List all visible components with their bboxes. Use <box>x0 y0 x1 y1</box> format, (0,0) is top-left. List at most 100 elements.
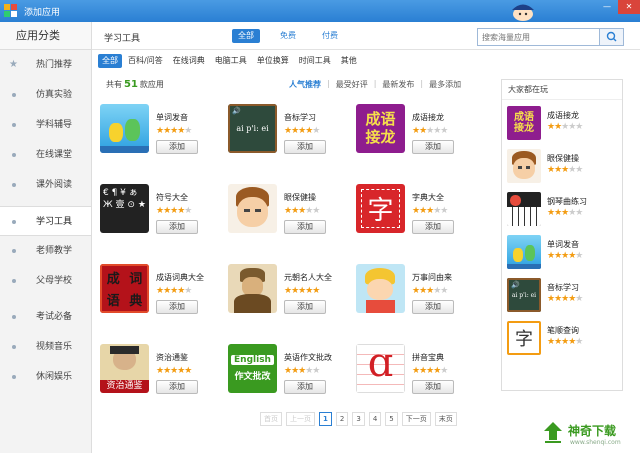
sort-most-added[interactable]: 最多添加 <box>429 79 461 90</box>
sidebar-item-tutoring[interactable]: 学科辅导 <box>0 110 91 140</box>
app-name[interactable]: 成语接龙 <box>412 112 444 123</box>
minimize-button[interactable]: — <box>596 0 618 14</box>
add-button[interactable]: 添加 <box>284 380 326 394</box>
yuan-figure-icon[interactable] <box>228 264 277 313</box>
app-name[interactable]: 音标学习 <box>284 112 316 123</box>
rail-item-name: 钢琴曲练习 <box>547 197 587 206</box>
sidebar-item-teachers[interactable]: 老师教学 <box>0 236 91 266</box>
app-name[interactable]: 字典大全 <box>412 192 444 203</box>
page-5-button[interactable]: 5 <box>385 412 398 426</box>
search-input[interactable] <box>478 29 596 45</box>
sort-popular[interactable]: 人气推荐 <box>289 79 321 90</box>
subcat-pc-tools[interactable]: 电脑工具 <box>211 54 251 68</box>
subcat-other[interactable]: 其他 <box>337 54 361 68</box>
sidebar-item-label: 老师教学 <box>36 246 73 256</box>
subcat-dictionary[interactable]: 在线词典 <box>169 54 209 68</box>
app-card: 🔊 ai p'i: ei 音标学习 ★★★★★ 添加 <box>228 104 348 164</box>
add-button[interactable]: 添加 <box>156 300 198 314</box>
sidebar-item-online-class[interactable]: 在线课堂 <box>0 140 91 170</box>
idiom-chain-icon[interactable]: 成语 接龙 <box>356 104 405 153</box>
close-button[interactable]: ✕ <box>618 0 640 14</box>
page-3-button[interactable]: 3 <box>352 412 365 426</box>
sidebar-item-leisure[interactable]: 休闲娱乐 <box>0 362 91 392</box>
window-controls: — ✕ <box>596 0 640 14</box>
sidebar-item-exams[interactable]: 考试必备 <box>0 302 91 332</box>
zizhi-icon[interactable]: 资治通鉴 <box>100 344 149 393</box>
sort-newest[interactable]: 最新发布 <box>382 79 414 90</box>
app-name[interactable]: 符号大全 <box>156 192 188 203</box>
eye-exercise-icon[interactable] <box>228 184 277 233</box>
app-card: 眼保健操 ★★★★★ 添加 <box>228 184 348 244</box>
eye-exercise-icon <box>507 149 541 183</box>
sidebar-item-simulation[interactable]: 仿真实验 <box>0 80 91 110</box>
app-name[interactable]: 成语词典大全 <box>156 272 204 283</box>
app-name[interactable]: 拼音宝典 <box>412 352 444 363</box>
last-page-button[interactable]: 末页 <box>434 412 457 426</box>
filter-free[interactable]: 免费 <box>274 29 302 43</box>
rail-item[interactable]: 🔊 ai p'i: ei 音标学习 ★★★★★ <box>507 278 617 316</box>
rating-stars: ★★★★★ <box>284 206 320 216</box>
subcat-encyclopedia[interactable]: 百科/问答 <box>124 54 167 68</box>
app-name[interactable]: 资治通鉴 <box>156 352 188 363</box>
rail-item-name: 单词发音 <box>547 240 579 249</box>
rating-stars: ★★★★★ <box>547 165 583 175</box>
next-page-button[interactable]: 下一页 <box>401 412 431 426</box>
rail-item[interactable]: 成语 接龙 成语接龙 ★★★★★ <box>507 106 617 144</box>
rail-item[interactable]: 单词发音 ★★★★★ <box>507 235 617 273</box>
add-button[interactable]: 添加 <box>412 140 454 154</box>
filter-paid[interactable]: 付费 <box>316 29 344 43</box>
rail-item[interactable]: 钢琴曲练习 ★★★★★ <box>507 192 617 230</box>
pinyin-icon[interactable]: ɑ <box>356 344 405 393</box>
bullet-icon <box>12 93 16 97</box>
bullet-icon <box>12 153 16 157</box>
idiom-dict-icon[interactable]: 成词语典 <box>100 264 149 313</box>
prev-page-button[interactable]: 上一页 <box>286 412 315 426</box>
dictionary-icon[interactable]: 字 <box>356 184 405 233</box>
first-page-button[interactable]: 首页 <box>260 412 282 426</box>
app-card: ɑ 拼音宝典 ★★★★★ 添加 <box>356 344 476 404</box>
search-button[interactable] <box>599 29 623 45</box>
filter-all[interactable]: 全部 <box>232 29 260 43</box>
page-4-button[interactable]: 4 <box>368 412 382 426</box>
pagination: 首页 上一页 1 2 3 4 5 下一页 末页 <box>260 412 457 426</box>
cartoon-kids-icon[interactable] <box>100 104 149 153</box>
price-filter: 全部 免费 付费 <box>232 29 344 43</box>
cartoon-boy-icon[interactable] <box>356 264 405 313</box>
app-name[interactable]: 眼保健操 <box>284 192 316 203</box>
add-button[interactable]: 添加 <box>284 300 326 314</box>
add-button[interactable]: 添加 <box>284 140 326 154</box>
add-button[interactable]: 添加 <box>156 380 198 394</box>
add-button[interactable]: 添加 <box>156 220 198 234</box>
subcategory-tabs: 全部 百科/问答 在线词典 电脑工具 单位换算 时间工具 其他 <box>98 54 361 68</box>
rail-item[interactable]: 字笔顺查询 ★★★★★ <box>507 321 617 359</box>
rail-item[interactable]: 眼保健操 ★★★★★ <box>507 149 617 187</box>
subcat-all[interactable]: 全部 <box>98 54 122 68</box>
add-button[interactable]: 添加 <box>156 140 198 154</box>
page-2-button[interactable]: 2 <box>335 412 349 426</box>
add-button[interactable]: 添加 <box>412 220 454 234</box>
app-name[interactable]: 英语作文批改 <box>284 352 332 363</box>
sidebar-item-video-music[interactable]: 视频音乐 <box>0 332 91 362</box>
phonetic-icon[interactable]: 🔊 ai p'i: ei <box>228 104 277 153</box>
sort-top-rated[interactable]: 最受好评 <box>336 79 368 90</box>
rating-stars: ★★★★★ <box>412 366 448 376</box>
subcat-unit-convert[interactable]: 单位换算 <box>253 54 293 68</box>
bullet-icon <box>12 315 16 319</box>
add-button[interactable]: 添加 <box>284 220 326 234</box>
english-essay-icon[interactable]: English 作文批改 <box>228 344 277 393</box>
add-button[interactable]: 添加 <box>412 380 454 394</box>
app-name[interactable]: 单词发音 <box>156 112 188 123</box>
sidebar-item-hot[interactable]: ★ 热门推荐 <box>0 50 91 80</box>
sidebar-item-label: 视频音乐 <box>36 342 73 352</box>
sidebar-item-study-tools[interactable]: 学习工具 <box>0 206 91 236</box>
app-name[interactable]: 万事问由来 <box>412 272 452 283</box>
sidebar-item-parents[interactable]: 父母学校 <box>0 266 91 296</box>
symbols-icon[interactable]: € ¶ ¥ ぁ Ж 壹 ⊙ ★ <box>100 184 149 233</box>
sidebar-item-reading[interactable]: 课外阅读 <box>0 170 91 200</box>
page-1-button[interactable]: 1 <box>319 412 332 426</box>
add-button[interactable]: 添加 <box>412 300 454 314</box>
app-name[interactable]: 元朝名人大全 <box>284 272 332 283</box>
subcat-time-tools[interactable]: 时间工具 <box>295 54 335 68</box>
sidebar-item-label: 父母学校 <box>36 276 73 286</box>
sidebar-item-label: 在线课堂 <box>36 150 73 160</box>
